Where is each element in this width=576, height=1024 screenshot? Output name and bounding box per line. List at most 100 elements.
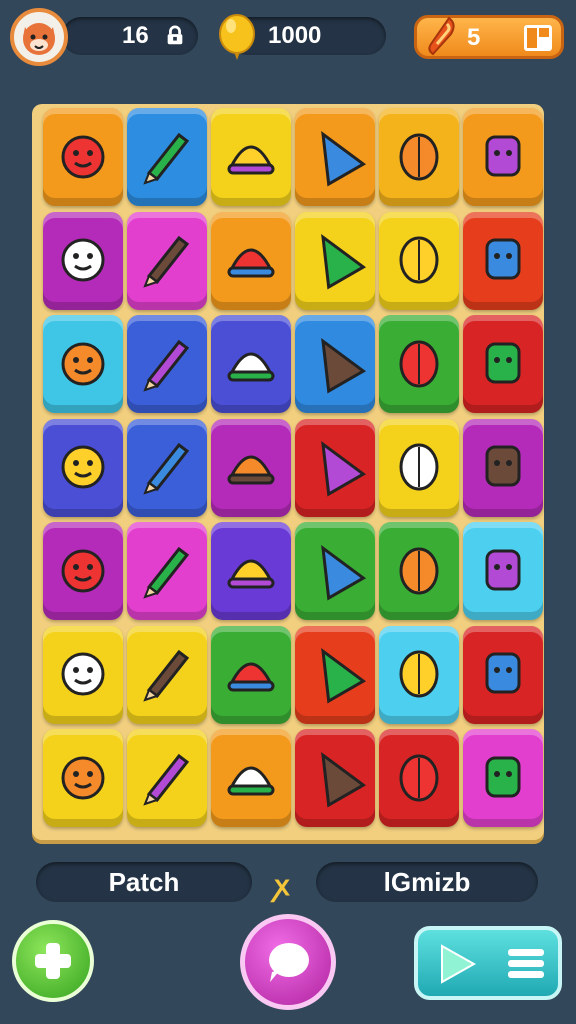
speech-bubble-icon bbox=[269, 943, 309, 982]
board-tile[interactable] bbox=[211, 315, 291, 413]
cup-icon bbox=[303, 433, 367, 502]
board-tile[interactable] bbox=[127, 522, 207, 620]
board-tile[interactable] bbox=[379, 625, 459, 724]
board-tile[interactable] bbox=[211, 211, 291, 310]
board-tile[interactable] bbox=[295, 418, 375, 517]
board-tile[interactable] bbox=[43, 315, 123, 413]
top-bar: 16 1000 5 bbox=[0, 0, 576, 80]
plus-icon bbox=[35, 943, 71, 979]
level-pill: 16 bbox=[62, 17, 198, 55]
versus-icon: ꭗ bbox=[274, 870, 290, 901]
orange-bird-icon bbox=[135, 744, 199, 813]
red-blob-icon bbox=[135, 226, 199, 295]
add-button[interactable] bbox=[12, 920, 94, 1002]
banana-icon bbox=[303, 537, 367, 606]
onion-icon bbox=[135, 640, 199, 709]
level-value: 16 bbox=[122, 22, 149, 49]
energy-panel[interactable]: 5 bbox=[414, 15, 564, 59]
lollipop-icon bbox=[51, 640, 115, 709]
board-tile[interactable] bbox=[463, 729, 543, 827]
energy-value: 5 bbox=[467, 24, 481, 51]
board-tile[interactable] bbox=[211, 108, 291, 206]
board-tile[interactable] bbox=[43, 522, 123, 620]
board-tile[interactable] bbox=[295, 625, 375, 724]
cat-face-icon bbox=[219, 226, 283, 295]
helmet-icon bbox=[387, 640, 451, 709]
board-tile[interactable] bbox=[295, 315, 375, 413]
green-pencil-icon bbox=[303, 226, 367, 295]
chat-button[interactable] bbox=[240, 914, 336, 1010]
board-tile[interactable] bbox=[127, 108, 207, 206]
orange-cat-icon bbox=[219, 744, 283, 813]
board-tile[interactable] bbox=[43, 625, 123, 724]
red-monster-icon bbox=[135, 433, 199, 502]
eraser-icon bbox=[51, 744, 115, 813]
board-tile[interactable] bbox=[127, 729, 207, 827]
candy-icon bbox=[51, 226, 115, 295]
pink-blob-icon bbox=[51, 330, 115, 399]
player-label: Patch bbox=[36, 862, 252, 902]
board-tile[interactable] bbox=[43, 211, 123, 310]
brown-bullet-icon bbox=[387, 744, 451, 813]
board-tile[interactable] bbox=[463, 108, 543, 206]
board-tile[interactable] bbox=[463, 211, 543, 310]
pencil-icon bbox=[219, 123, 283, 192]
play-icon bbox=[441, 944, 477, 984]
hat-icon bbox=[471, 640, 535, 709]
orange-blob-icon bbox=[303, 640, 367, 709]
board-tile[interactable] bbox=[127, 315, 207, 413]
crossed-sticks-icon bbox=[219, 433, 283, 502]
board-tile[interactable] bbox=[295, 211, 375, 310]
board-tile[interactable] bbox=[463, 315, 543, 413]
carrot-flame-icon bbox=[428, 16, 455, 56]
board-tile[interactable] bbox=[379, 418, 459, 517]
yellow-pencil-icon bbox=[303, 330, 367, 399]
shell-icon bbox=[471, 330, 535, 399]
board-tile[interactable] bbox=[295, 522, 375, 620]
red-bell-icon bbox=[135, 123, 199, 192]
yellow-glove-icon bbox=[51, 537, 115, 606]
blue-fish-icon bbox=[387, 433, 451, 502]
green-bell-icon bbox=[51, 123, 115, 192]
board-tile[interactable] bbox=[211, 418, 291, 517]
board-tile[interactable] bbox=[295, 729, 375, 827]
board-tile[interactable] bbox=[463, 625, 543, 724]
board-tile[interactable] bbox=[211, 522, 291, 620]
board-tile[interactable] bbox=[379, 108, 459, 206]
board-tile[interactable] bbox=[211, 625, 291, 724]
white-cone-icon bbox=[303, 744, 367, 813]
board-tile[interactable] bbox=[379, 729, 459, 827]
game-board bbox=[32, 104, 544, 840]
board-tile[interactable] bbox=[295, 108, 375, 206]
blue-elephant-icon bbox=[135, 537, 199, 606]
magnifier-icon bbox=[471, 226, 535, 295]
coins-value: 1000 bbox=[268, 22, 322, 49]
ice-cream-icon bbox=[51, 433, 115, 502]
gold-balloon-icon bbox=[219, 14, 255, 60]
leaf-icon bbox=[387, 330, 451, 399]
board-tile[interactable] bbox=[379, 211, 459, 310]
fern-icon bbox=[387, 537, 451, 606]
board-tile[interactable] bbox=[43, 729, 123, 827]
board-tile[interactable] bbox=[127, 625, 207, 724]
yellow-cone-icon bbox=[471, 433, 535, 502]
player-avatar[interactable] bbox=[10, 8, 68, 66]
opponent-label: lGmizb bbox=[316, 862, 538, 902]
bottle-icon bbox=[219, 537, 283, 606]
robot-jar-icon bbox=[471, 744, 535, 813]
board-tile[interactable] bbox=[379, 522, 459, 620]
tree-icon bbox=[219, 640, 283, 709]
fox-face-icon bbox=[23, 23, 55, 55]
play-button[interactable] bbox=[414, 926, 562, 1000]
board-tile[interactable] bbox=[127, 418, 207, 517]
blue-flower-icon bbox=[387, 226, 451, 295]
board-tile[interactable] bbox=[127, 211, 207, 310]
board-tile[interactable] bbox=[43, 418, 123, 517]
board-tile[interactable] bbox=[211, 729, 291, 827]
board-tile[interactable] bbox=[463, 418, 543, 517]
grid-menu-icon[interactable] bbox=[523, 24, 553, 52]
elephant-icon bbox=[219, 330, 283, 399]
board-tile[interactable] bbox=[379, 315, 459, 413]
board-tile[interactable] bbox=[463, 522, 543, 620]
board-tile[interactable] bbox=[43, 108, 123, 206]
